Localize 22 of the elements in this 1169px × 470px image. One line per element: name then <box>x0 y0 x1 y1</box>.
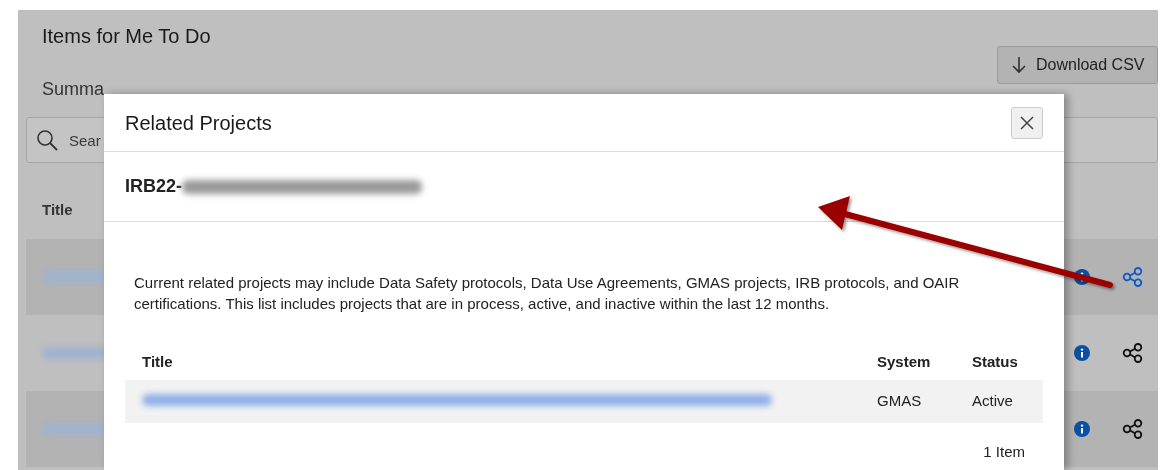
summary-label: Summa <box>42 78 104 101</box>
share-icon[interactable] <box>1122 343 1144 363</box>
search-icon <box>36 129 58 151</box>
page-title: Items for Me To Do <box>41 24 212 48</box>
share-icon[interactable] <box>1122 419 1144 439</box>
column-header: Title <box>42 200 74 220</box>
item-count: 1 Item <box>983 443 1025 460</box>
info-icon[interactable] <box>1074 345 1090 361</box>
modal-title: Related Projects <box>125 110 272 135</box>
info-icon[interactable] <box>1074 269 1090 285</box>
table-cell: GMAS <box>877 392 922 410</box>
column-header: Title <box>142 352 173 370</box>
close-button[interactable] <box>1011 106 1043 139</box>
download-button[interactable]: Download CSV <box>997 46 1158 84</box>
download-icon <box>1010 56 1028 74</box>
close-icon <box>1019 114 1035 131</box>
column-header: System <box>877 352 931 370</box>
info-icon[interactable] <box>1074 421 1090 437</box>
table-cell: Active <box>972 392 1013 410</box>
description-text: Current related projects may include Data Safety protocols, Data Use Agreements, GMAS projects, IRB protocols, and OAIR certifications. This list includes projects that are in process, active, and inactive within the last 12 months. <box>134 273 961 314</box>
project-id: IRB22- <box>125 175 182 198</box>
column-header: Status <box>972 352 1018 370</box>
